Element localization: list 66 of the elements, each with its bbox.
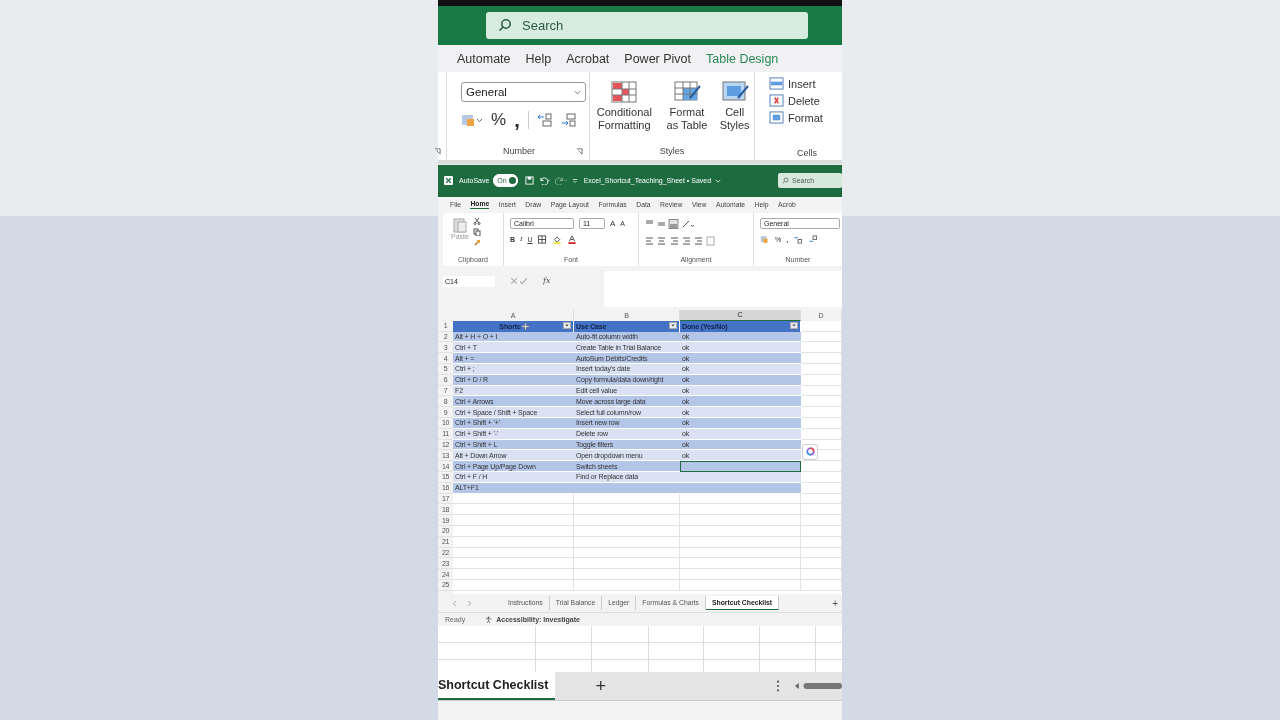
group-label: Number bbox=[503, 146, 535, 156]
increase-decimal-icon[interactable] bbox=[536, 113, 553, 127]
number-format-dropdown[interactable]: General bbox=[461, 82, 586, 102]
cells-button[interactable]: Format bbox=[769, 111, 842, 124]
search-icon bbox=[498, 18, 512, 32]
format-painter-icon[interactable] bbox=[472, 238, 481, 247]
filter-dropdown-button[interactable] bbox=[669, 322, 677, 330]
caret-icon bbox=[671, 324, 675, 328]
sheet-tab[interactable]: Shortcut Checklist bbox=[438, 672, 556, 700]
ribbon-tab[interactable]: Power Pivot bbox=[624, 51, 692, 66]
cell-brush-icon bbox=[720, 80, 749, 104]
increase-decimal-icon[interactable] bbox=[793, 234, 804, 244]
conditional-formatting-icon bbox=[610, 80, 639, 104]
caret-icon[interactable] bbox=[715, 177, 722, 184]
save-icon[interactable] bbox=[524, 176, 534, 186]
group-label: Cells bbox=[797, 148, 817, 158]
add-sheet-button[interactable]: + bbox=[832, 597, 838, 609]
accounting-format-icon[interactable] bbox=[461, 113, 483, 127]
selected-cell[interactable] bbox=[680, 461, 801, 472]
dialog-launcher-icon[interactable] bbox=[576, 148, 583, 155]
table-brush-icon bbox=[673, 80, 701, 104]
styles-button[interactable]: Format as Table bbox=[661, 80, 713, 132]
borders-icon[interactable] bbox=[537, 234, 548, 244]
accessibility-icon[interactable] bbox=[485, 616, 493, 623]
clipboard-icon bbox=[452, 216, 467, 233]
cells-button[interactable]: Delete bbox=[769, 94, 842, 107]
search-field[interactable]: Search bbox=[486, 12, 808, 39]
more-options-icon[interactable] bbox=[776, 680, 780, 692]
filter-dropdown-button[interactable] bbox=[790, 322, 798, 330]
delete-cells-icon bbox=[769, 94, 784, 107]
add-sheet-button[interactable]: + bbox=[595, 675, 606, 697]
format-cells-icon bbox=[769, 111, 784, 124]
customize-toolbar-icon[interactable] bbox=[571, 177, 578, 184]
copilot-logo-icon bbox=[805, 447, 815, 457]
decrease-decimal-icon[interactable] bbox=[808, 234, 819, 244]
search-icon bbox=[782, 177, 789, 185]
ribbon-tab[interactable]: Help bbox=[525, 51, 552, 66]
ribbon-tab[interactable]: Acrobat bbox=[566, 51, 610, 66]
ribbon-tab[interactable]: Automate bbox=[457, 51, 511, 66]
formula-input[interactable] bbox=[604, 270, 842, 307]
insert-function-button[interactable]: fx bbox=[543, 275, 551, 285]
ribbon-tab[interactable]: Table Design bbox=[706, 51, 779, 66]
undo-icon[interactable] bbox=[537, 176, 551, 186]
group-label: Styles bbox=[659, 146, 685, 156]
percent-style-button[interactable]: % bbox=[491, 110, 507, 130]
fill-color-icon[interactable] bbox=[552, 234, 563, 244]
styles-button[interactable]: Conditional Formatting bbox=[592, 80, 657, 132]
accounting-format-icon[interactable] bbox=[760, 234, 770, 244]
caret-icon bbox=[574, 89, 581, 95]
cells-button[interactable]: Insert bbox=[769, 77, 842, 90]
copilot-icon[interactable] bbox=[802, 443, 818, 460]
caret-icon bbox=[792, 324, 796, 328]
redo-icon[interactable] bbox=[554, 176, 568, 186]
insert-cells-icon bbox=[769, 77, 784, 90]
styles-button[interactable]: Cell Styles bbox=[717, 80, 752, 132]
horizontal-alignment-icons[interactable] bbox=[645, 235, 715, 246]
cursor-icon bbox=[521, 322, 529, 330]
dialog-launcher-icon[interactable] bbox=[434, 148, 441, 155]
horizontal-scrollbar[interactable] bbox=[794, 681, 842, 691]
decrease-decimal-icon[interactable] bbox=[560, 113, 577, 127]
filter-dropdown-button[interactable] bbox=[563, 322, 571, 330]
cut-icon[interactable] bbox=[472, 216, 481, 225]
copy-icon[interactable] bbox=[472, 227, 481, 236]
caret-icon bbox=[565, 324, 569, 328]
increase-font-button[interactable]: A bbox=[610, 218, 616, 228]
font-color-icon[interactable] bbox=[567, 234, 578, 244]
